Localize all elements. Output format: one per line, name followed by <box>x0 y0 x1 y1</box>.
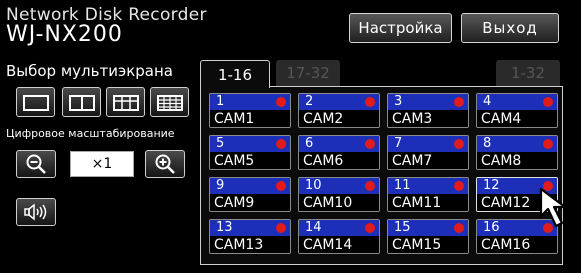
zoom-in-button[interactable] <box>145 150 185 178</box>
layout-1-button[interactable] <box>16 87 55 117</box>
zoom-in-icon <box>155 154 175 174</box>
camera-grid-panel: 1 CAM1 2 CAM2 3 CAM3 4 CAM4 5 CAM5 6 CAM6 7 CAM7 8 CAM8… <box>200 86 563 265</box>
layout-4-button[interactable] <box>62 87 101 117</box>
camera-tile-9[interactable]: 9 CAM9 <box>209 177 291 212</box>
zoom-level-display: ×1 <box>70 151 134 177</box>
camera-name: CAM5 <box>210 152 290 169</box>
audio-button[interactable] <box>16 198 56 226</box>
camera-name: CAM9 <box>210 194 290 211</box>
tab-1-32[interactable]: 1-32 <box>496 60 560 86</box>
digital-zoom-label: Цифровое масштабирование <box>6 127 175 140</box>
zoom-out-icon <box>26 154 46 174</box>
camera-name: CAM1 <box>210 110 290 127</box>
recording-indicator-icon <box>543 97 553 107</box>
camera-tile-8[interactable]: 8 CAM8 <box>476 135 558 170</box>
camera-tile-10[interactable]: 10 CAM10 <box>298 177 380 212</box>
camera-tile-4[interactable]: 4 CAM4 <box>476 93 558 128</box>
camera-tile-11[interactable]: 11 CAM11 <box>387 177 469 212</box>
tab-1-16[interactable]: 1-16 <box>200 60 270 88</box>
camera-name: CAM3 <box>388 110 468 127</box>
speaker-icon <box>24 203 47 221</box>
camera-tile-5[interactable]: 5 CAM5 <box>209 135 291 170</box>
recording-indicator-icon <box>454 223 464 233</box>
layout-9-button[interactable] <box>106 87 145 117</box>
camera-tile-6[interactable]: 6 CAM6 <box>298 135 380 170</box>
recording-indicator-icon <box>454 139 464 149</box>
tab-17-32[interactable]: 17-32 <box>276 60 340 86</box>
camera-name: CAM10 <box>299 194 379 211</box>
recording-indicator-icon <box>365 223 375 233</box>
9-screen-layout-icon <box>112 95 139 111</box>
recording-indicator-icon <box>276 181 286 191</box>
layout-16-button[interactable] <box>150 87 189 117</box>
recording-indicator-icon <box>276 97 286 107</box>
recording-indicator-icon <box>454 97 464 107</box>
camera-name: CAM4 <box>477 110 557 127</box>
4-screen-layout-icon <box>68 95 95 111</box>
camera-name: CAM8 <box>477 152 557 169</box>
exit-button[interactable]: Выход <box>461 13 559 43</box>
recording-indicator-icon <box>454 181 464 191</box>
camera-tile-13[interactable]: 13 CAM13 <box>209 219 291 254</box>
zoom-out-button[interactable] <box>16 150 56 178</box>
camera-tile-15[interactable]: 15 CAM15 <box>387 219 469 254</box>
camera-tile-14[interactable]: 14 CAM14 <box>298 219 380 254</box>
16-screen-layout-icon <box>156 95 183 111</box>
camera-tile-1[interactable]: 1 CAM1 <box>209 93 291 128</box>
1-screen-layout-icon <box>22 95 49 111</box>
recording-indicator-icon <box>365 97 375 107</box>
camera-name: CAM14 <box>299 236 379 253</box>
camera-tile-7[interactable]: 7 CAM7 <box>387 135 469 170</box>
camera-tile-2[interactable]: 2 CAM2 <box>298 93 380 128</box>
mouse-cursor-icon <box>539 187 567 228</box>
camera-name: CAM15 <box>388 236 468 253</box>
camera-tile-3[interactable]: 3 CAM3 <box>387 93 469 128</box>
camera-name: CAM6 <box>299 152 379 169</box>
recording-indicator-icon <box>365 181 375 191</box>
recording-indicator-icon <box>365 139 375 149</box>
settings-button[interactable]: Настройка <box>349 13 452 43</box>
recording-indicator-icon <box>276 223 286 233</box>
recording-indicator-icon <box>543 139 553 149</box>
camera-name: CAM7 <box>388 152 468 169</box>
camera-name: CAM11 <box>388 194 468 211</box>
camera-name: CAM16 <box>477 236 557 253</box>
multiscreen-label: Выбор мультиэкрана <box>6 62 173 80</box>
camera-name: CAM13 <box>210 236 290 253</box>
model-name: WJ-NX200 <box>6 22 123 47</box>
recording-indicator-icon <box>276 139 286 149</box>
camera-name: CAM2 <box>299 110 379 127</box>
